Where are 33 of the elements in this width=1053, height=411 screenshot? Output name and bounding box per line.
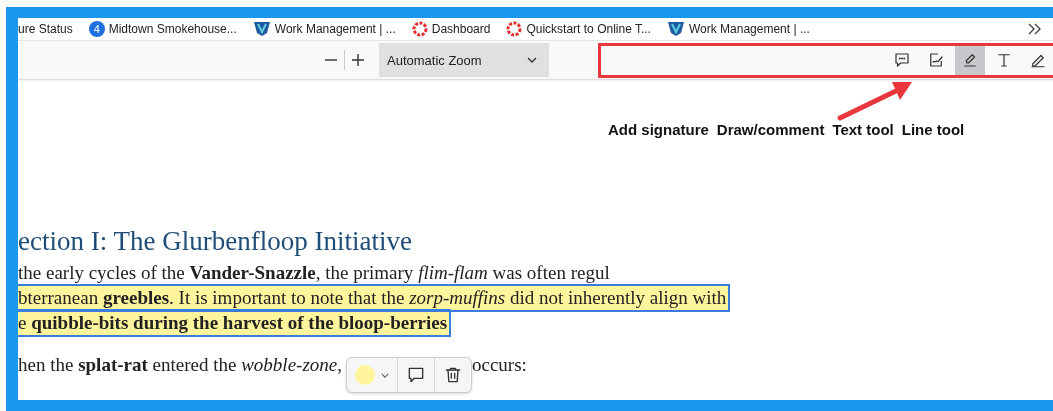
body-text: the early cycles of the Vander-Snazzle, the primary flim-flam was often regul	[18, 261, 611, 285]
tool-button[interactable]	[955, 44, 985, 76]
body-text: occurs:	[472, 353, 527, 377]
zoom-select[interactable]: Automatic Zoom	[379, 43, 549, 77]
ring-icon	[411, 21, 428, 37]
highlighted-text: e quibble-bits during the harvest of the bloop-berries	[18, 311, 450, 335]
comment-icon	[893, 51, 911, 69]
chevron-down-icon	[381, 372, 389, 378]
bookmark-link[interactable]: Work Management | ...	[666, 21, 810, 37]
bookmark-link[interactable]: Quickstart to Online T...	[506, 21, 651, 37]
shield-icon	[252, 21, 271, 37]
trash-icon	[443, 365, 463, 385]
callout-label: Line tool	[901, 121, 965, 138]
bookmark-link[interactable]: Dashboard	[411, 21, 491, 37]
body-text: hen the splat-rat entered the wobble-zone,	[18, 353, 342, 377]
comment-icon	[406, 365, 426, 385]
plus-icon	[351, 53, 365, 67]
count-badge: 4	[88, 21, 105, 37]
section-heading: ection I: The Glurbenfloop Initiative	[18, 226, 413, 257]
text-icon	[995, 51, 1013, 69]
ring-icon	[506, 21, 523, 37]
bookmark-link[interactable]: ure Status	[18, 22, 73, 36]
bookmark-link[interactable]: Work Management | ...	[252, 21, 396, 37]
shield-icon	[666, 21, 685, 37]
callout-label: Add signature	[608, 121, 709, 138]
signature-icon	[927, 51, 945, 69]
highlighted-text: bterranean greebles. It is important to note that the zorp-muffins did not inherently align with	[18, 286, 729, 310]
callout-label: Text tool	[832, 121, 894, 138]
bookmark-link[interactable]: 4 Midtown Smokehouse...	[88, 21, 237, 37]
callout-label: Draw/comment	[716, 121, 825, 138]
chevrons-icon[interactable]	[1027, 22, 1043, 36]
highlighter-icon	[961, 51, 979, 69]
chevron-down-icon	[527, 57, 537, 63]
